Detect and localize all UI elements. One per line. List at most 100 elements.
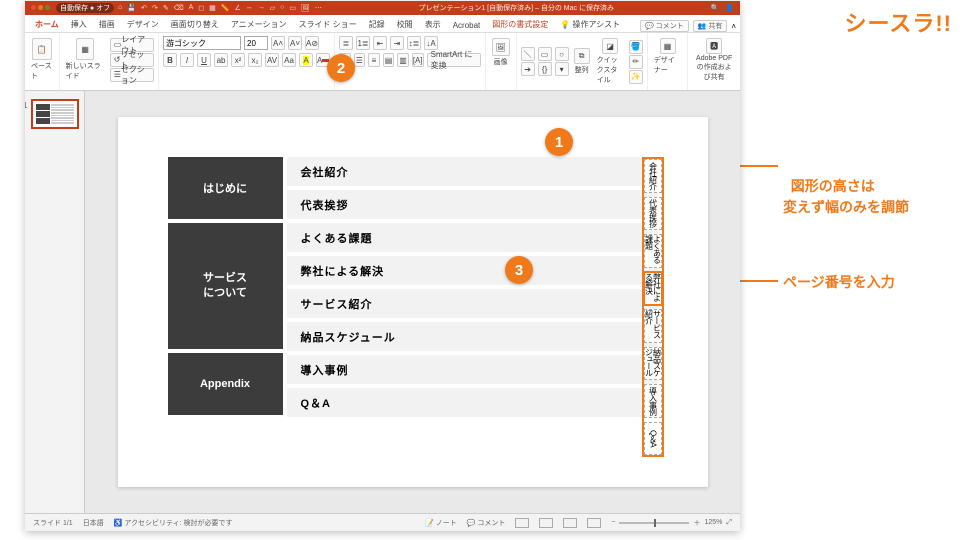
toc-item[interactable]: 納品スケジュール bbox=[287, 322, 658, 351]
tab-view[interactable]: 表示 bbox=[419, 17, 447, 32]
share-button[interactable]: 👥 共有 bbox=[693, 20, 728, 32]
superscript-button[interactable]: x² bbox=[231, 53, 245, 67]
tab-home[interactable]: ホーム bbox=[29, 17, 65, 32]
adobe-pdf-button[interactable]: 🅰 Adobe PDF の作成および共有 bbox=[692, 36, 736, 84]
shape-outline-button[interactable]: ✏ bbox=[629, 55, 643, 69]
subscript-button[interactable]: x₂ bbox=[248, 53, 262, 67]
quick-access-toolbar[interactable]: ⌂ 💾 ↶ ↷ ✎ ⌫ A ◻ ▦ 📏 ∠ ↔ → ▱ ○ ▭ 🖼 ⋯ bbox=[118, 4, 322, 12]
tab-transitions[interactable]: 画面切り替え bbox=[165, 17, 225, 32]
change-case-button[interactable]: Aa bbox=[282, 53, 296, 67]
table-icon[interactable]: ▦ bbox=[209, 4, 216, 12]
tell-me[interactable]: 💡 操作アシスト bbox=[554, 17, 626, 32]
shape2-icon[interactable]: ▱ bbox=[270, 4, 275, 12]
tab-acrobat[interactable]: Acrobat bbox=[447, 19, 487, 32]
strike-button[interactable]: ab bbox=[214, 53, 228, 67]
tab-insert[interactable]: 挿入 bbox=[65, 17, 93, 32]
toc-item[interactable]: Q＆A bbox=[287, 388, 658, 417]
picture-icon[interactable]: 🖼 bbox=[301, 4, 310, 12]
bullets-button[interactable]: ≣ bbox=[339, 36, 353, 50]
undo-icon[interactable]: ↶ bbox=[141, 4, 147, 12]
rect-icon[interactable]: ▭ bbox=[289, 4, 296, 12]
italic-button[interactable]: I bbox=[180, 53, 194, 67]
reading-view-icon[interactable] bbox=[563, 518, 577, 528]
page-cell[interactable]: よくある課題 bbox=[644, 234, 662, 268]
page-cell[interactable]: 会社紹介 bbox=[644, 159, 662, 193]
clear-icon[interactable]: ⌫ bbox=[174, 4, 184, 12]
align-right-button[interactable]: ≡ bbox=[368, 53, 380, 67]
toc-item[interactable]: 導入事例 bbox=[287, 355, 658, 384]
slide-canvas-area[interactable]: はじめに サービス について Appendix 会社紹介 代表挨拶 よくある課題… bbox=[85, 91, 740, 513]
tab-review[interactable]: 校閲 bbox=[391, 17, 419, 32]
window-controls[interactable] bbox=[31, 5, 52, 12]
paste-button[interactable]: 📋 ペースト bbox=[29, 36, 55, 83]
sorter-view-icon[interactable] bbox=[539, 518, 553, 528]
slide-thumbnail-pane[interactable] bbox=[25, 91, 85, 513]
clear-format-icon[interactable]: A⊘ bbox=[305, 36, 319, 50]
decrease-font-icon[interactable]: A˅ bbox=[288, 36, 302, 50]
language-indicator[interactable]: 日本語 bbox=[83, 518, 104, 528]
brush-icon[interactable]: ✎ bbox=[163, 4, 169, 12]
bold-button[interactable]: B bbox=[163, 53, 177, 67]
increase-font-icon[interactable]: A˄ bbox=[271, 36, 285, 50]
chevron-up-icon[interactable]: ˄ bbox=[731, 22, 736, 31]
angle-icon[interactable]: ∠ bbox=[234, 4, 240, 12]
zoom-slider[interactable] bbox=[619, 522, 689, 524]
font-size-combo[interactable] bbox=[244, 36, 268, 50]
spacing-button[interactable]: AV bbox=[265, 53, 279, 67]
align-text-button[interactable]: [A] bbox=[412, 53, 424, 67]
circle-icon[interactable]: ○ bbox=[280, 4, 284, 12]
underline-button[interactable]: U bbox=[197, 53, 211, 67]
zoom-out-icon[interactable]: − bbox=[611, 519, 615, 526]
tab-animations[interactable]: アニメーション bbox=[225, 17, 293, 32]
slide-thumbnail-1[interactable] bbox=[31, 99, 79, 129]
font-name-combo[interactable] bbox=[163, 36, 241, 50]
new-slide-button[interactable]: ▦ 新しいスライド bbox=[64, 36, 107, 83]
more-icon[interactable]: ⋯ bbox=[315, 4, 322, 12]
page-cell[interactable]: 代表挨拶 bbox=[644, 197, 662, 231]
section-intro[interactable]: はじめに bbox=[168, 157, 283, 219]
text-icon[interactable]: A bbox=[189, 4, 194, 12]
align-center-button[interactable]: ☰ bbox=[354, 53, 366, 67]
toc-item[interactable]: 代表挨拶 bbox=[287, 190, 658, 219]
slideshow-view-icon[interactable] bbox=[587, 518, 601, 528]
arrow-icon[interactable]: ↔ bbox=[246, 4, 253, 12]
shape-oval-icon[interactable]: ○ bbox=[555, 47, 569, 61]
tab-slideshow[interactable]: スライド ショー bbox=[292, 17, 362, 32]
arrow-right-icon[interactable]: → bbox=[258, 4, 265, 12]
highlight-button[interactable]: A bbox=[299, 53, 313, 67]
shape-more-icon[interactable]: ▾ bbox=[555, 62, 569, 76]
fit-window-icon[interactable]: ⤢ bbox=[726, 519, 732, 527]
arrange-button[interactable]: ⧉ 整列 bbox=[572, 46, 592, 77]
shape-fill-button[interactable]: 🪣 bbox=[629, 40, 643, 54]
notes-button[interactable]: 📝 ノート bbox=[425, 518, 457, 528]
page-cell[interactable]: サービス紹介 bbox=[644, 309, 662, 343]
slide-1[interactable]: はじめに サービス について Appendix 会社紹介 代表挨拶 よくある課題… bbox=[118, 117, 708, 487]
accessibility-status[interactable]: ♿ アクセシビリティ: 検討が必要です bbox=[114, 518, 233, 528]
designer-button[interactable]: ▦ デザイナー bbox=[652, 36, 684, 77]
save-icon[interactable]: 💾 bbox=[127, 4, 136, 12]
page-cell[interactable]: 導入事例 bbox=[644, 384, 662, 418]
toc-item[interactable]: 会社紹介 bbox=[287, 157, 658, 186]
section-appendix[interactable]: Appendix bbox=[168, 353, 283, 415]
shape-effects-button[interactable]: ✨ bbox=[629, 70, 643, 84]
ruler-icon[interactable]: 📏 bbox=[221, 4, 230, 12]
toc-item[interactable]: サービス紹介 bbox=[287, 289, 658, 318]
user-icon[interactable]: 👤 bbox=[725, 4, 734, 12]
picture-button[interactable]: 🖼 画像 bbox=[490, 36, 512, 69]
shape-rect-icon[interactable]: ▭ bbox=[538, 47, 552, 61]
shape-icon[interactable]: ◻ bbox=[198, 4, 204, 12]
numbering-button[interactable]: 1≣ bbox=[356, 36, 370, 50]
indent-dec-button[interactable]: ⇤ bbox=[373, 36, 387, 50]
section-service[interactable]: サービス について bbox=[168, 223, 283, 349]
line-spacing-button[interactable]: ↕≣ bbox=[407, 36, 421, 50]
smartart-button[interactable]: SmartArt に変換 bbox=[427, 53, 481, 67]
normal-view-icon[interactable] bbox=[515, 518, 529, 528]
page-cell[interactable]: Q＆A bbox=[644, 422, 662, 456]
justify-button[interactable]: ▤ bbox=[383, 53, 395, 67]
tab-shape-format[interactable]: 図形の書式設定 bbox=[486, 17, 554, 32]
indent-inc-button[interactable]: ⇥ bbox=[390, 36, 404, 50]
autosave-toggle[interactable]: 自動保存 ● オフ bbox=[56, 3, 114, 13]
redo-icon[interactable]: ↷ bbox=[152, 4, 158, 12]
page-cell[interactable]: 納品スケジュール bbox=[644, 347, 662, 381]
zoom-control[interactable]: − ＋ 125% ⤢ bbox=[611, 518, 732, 528]
